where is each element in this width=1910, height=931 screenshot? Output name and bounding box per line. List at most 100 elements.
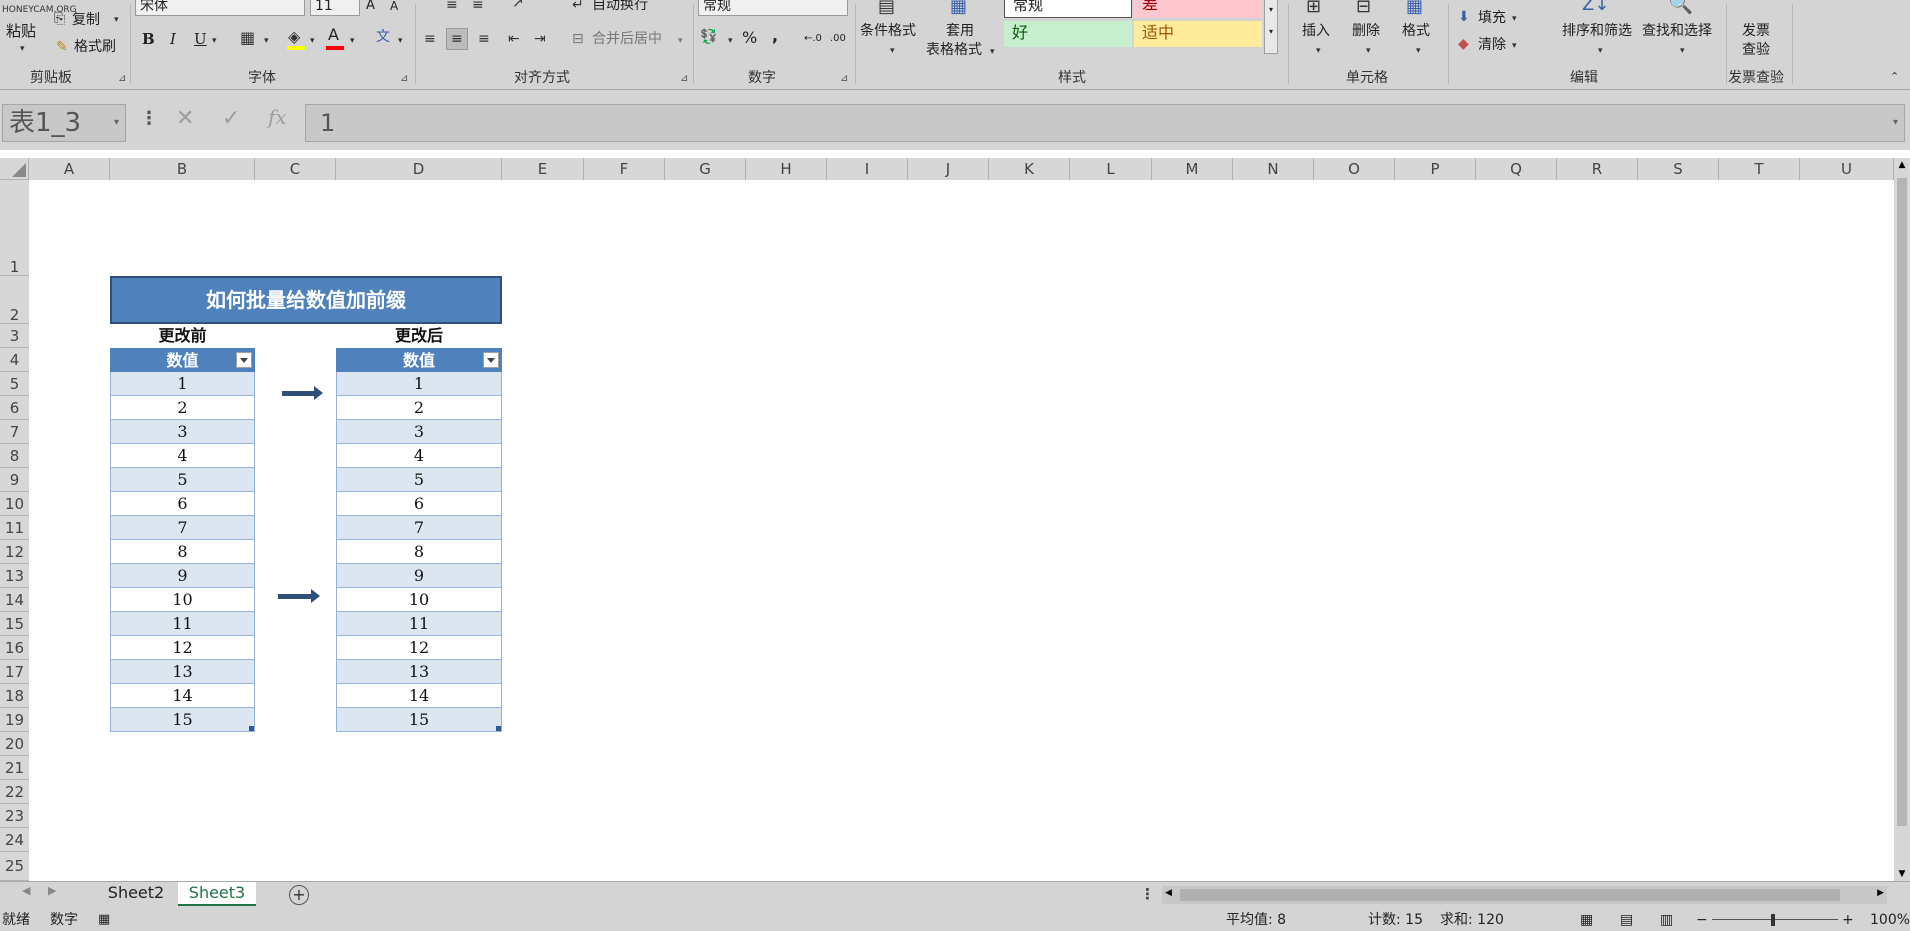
status-average[interactable]: 平均值: 8 bbox=[1226, 909, 1286, 931]
table-row[interactable]: 15 bbox=[110, 708, 255, 732]
enter-icon[interactable]: ✓ bbox=[222, 106, 240, 131]
horizontal-scroll-thumb[interactable] bbox=[1180, 889, 1840, 901]
table-row[interactable]: 13 bbox=[110, 660, 255, 684]
row-header[interactable]: 17 bbox=[0, 660, 29, 684]
column-header[interactable]: A bbox=[29, 158, 110, 180]
table-row[interactable]: 9 bbox=[336, 564, 502, 588]
row-header[interactable]: 2 bbox=[0, 276, 29, 324]
font-size-select[interactable]: 11 bbox=[310, 0, 360, 16]
column-header[interactable]: J bbox=[908, 158, 989, 180]
format-painter-button[interactable]: 格式刷 bbox=[74, 38, 116, 56]
page-break-view-icon[interactable]: ▥ bbox=[1660, 909, 1673, 931]
column-header[interactable]: I bbox=[827, 158, 908, 180]
table-row[interactable]: 11 bbox=[110, 612, 255, 636]
row-header[interactable]: 4 bbox=[0, 348, 29, 372]
zoom-in-icon[interactable]: + bbox=[1842, 909, 1854, 931]
column-header[interactable]: N bbox=[1233, 158, 1314, 180]
table-row[interactable]: 5 bbox=[336, 468, 502, 492]
column-header[interactable]: Q bbox=[1476, 158, 1557, 180]
table-row[interactable]: 3 bbox=[336, 420, 502, 444]
styles-more-icon[interactable]: ▾ bbox=[1265, 25, 1277, 39]
formula-input[interactable]: 1 ▾ bbox=[305, 104, 1905, 142]
tab-scroll-right-icon[interactable]: ▶ bbox=[48, 884, 56, 897]
tab-sheet3[interactable]: Sheet3 bbox=[178, 882, 256, 906]
column-header[interactable]: C bbox=[255, 158, 336, 180]
before-filter-button[interactable] bbox=[236, 352, 252, 368]
table-format-button-line2[interactable]: 表格格式 bbox=[926, 41, 982, 59]
row-header[interactable]: 25 bbox=[0, 852, 29, 881]
vertical-scrollbar[interactable]: ▲ ▼ bbox=[1894, 158, 1910, 881]
column-header[interactable]: H bbox=[746, 158, 827, 180]
hscroll-left-icon[interactable]: ◀ bbox=[1165, 888, 1172, 898]
paste-dropdown-icon[interactable]: ▾ bbox=[20, 40, 25, 58]
increase-indent-icon[interactable]: ⇥ bbox=[534, 30, 546, 48]
conditional-format-button[interactable]: 条件格式 bbox=[860, 22, 916, 40]
before-table-resize-handle[interactable] bbox=[249, 726, 254, 731]
column-header[interactable]: R bbox=[1557, 158, 1638, 180]
border-icon[interactable]: ▦ bbox=[240, 29, 255, 47]
table-row[interactable]: 7 bbox=[110, 516, 255, 540]
row-header[interactable]: 9 bbox=[0, 468, 29, 492]
status-count[interactable]: 计数: 15 bbox=[1368, 909, 1423, 931]
table-row[interactable]: 2 bbox=[110, 396, 255, 420]
fill-dropdown-icon[interactable]: ▾ bbox=[1512, 10, 1517, 28]
fill-color-dropdown-icon[interactable]: ▾ bbox=[310, 32, 315, 50]
find-select-dropdown-icon[interactable]: ▾ bbox=[1680, 42, 1685, 60]
percent-button[interactable]: % bbox=[742, 29, 757, 47]
font-color-dropdown-icon[interactable]: ▾ bbox=[350, 32, 355, 50]
decrease-decimal-button[interactable]: .00 bbox=[830, 30, 846, 48]
copy-button[interactable]: 复制 bbox=[72, 11, 100, 29]
before-label[interactable]: 更改前 bbox=[110, 324, 255, 348]
column-header[interactable]: E bbox=[502, 158, 584, 180]
invoice-check-button-line2[interactable]: 查验 bbox=[1742, 41, 1770, 59]
add-sheet-icon[interactable]: + bbox=[289, 885, 309, 905]
row-header[interactable]: 6 bbox=[0, 396, 29, 420]
delete-dropdown-icon[interactable]: ▾ bbox=[1366, 42, 1371, 60]
table-row[interactable]: 9 bbox=[110, 564, 255, 588]
font-grow-button[interactable]: A bbox=[366, 0, 375, 15]
arrow-right-icon[interactable] bbox=[278, 589, 320, 603]
row-header[interactable]: 3 bbox=[0, 324, 29, 348]
clipboard-launcher-icon[interactable]: ⊿ bbox=[118, 73, 126, 84]
row-header[interactable]: 21 bbox=[0, 756, 29, 780]
table-row[interactable]: 15 bbox=[336, 708, 502, 732]
table-row[interactable]: 12 bbox=[110, 636, 255, 660]
after-table-header[interactable]: 数值 bbox=[336, 348, 502, 372]
table-row[interactable]: 5 bbox=[110, 468, 255, 492]
vertical-scroll-thumb[interactable] bbox=[1897, 178, 1907, 826]
orientation-icon[interactable]: ↗ bbox=[512, 0, 524, 12]
row-header[interactable]: 16 bbox=[0, 636, 29, 660]
column-header[interactable]: O bbox=[1314, 158, 1395, 180]
row-header[interactable]: 14 bbox=[0, 588, 29, 612]
paste-button[interactable]: 粘贴 bbox=[6, 22, 36, 40]
number-format-select[interactable]: 常规 bbox=[698, 0, 848, 16]
table-row[interactable]: 4 bbox=[110, 444, 255, 468]
row-header[interactable]: 15 bbox=[0, 612, 29, 636]
table-row[interactable]: 6 bbox=[336, 492, 502, 516]
table-row[interactable]: 7 bbox=[336, 516, 502, 540]
align-right-icon[interactable]: ≡ bbox=[478, 30, 490, 48]
increase-decimal-button[interactable]: ←.0 bbox=[804, 30, 822, 48]
row-header[interactable]: 11 bbox=[0, 516, 29, 540]
row-header[interactable]: 19 bbox=[0, 708, 29, 732]
cancel-icon[interactable]: ✕ bbox=[176, 106, 194, 131]
underline-button[interactable]: U bbox=[194, 30, 207, 48]
after-label[interactable]: 更改后 bbox=[336, 324, 502, 348]
font-launcher-icon[interactable]: ⊿ bbox=[400, 73, 408, 84]
row-header[interactable]: 1 bbox=[0, 180, 29, 276]
before-table-header[interactable]: 数值 bbox=[110, 348, 255, 372]
row-header[interactable]: 13 bbox=[0, 564, 29, 588]
macro-record-icon[interactable]: ▦ bbox=[98, 909, 110, 931]
clear-button[interactable]: 清除 bbox=[1478, 36, 1506, 54]
row-header[interactable]: 24 bbox=[0, 828, 29, 852]
row-header[interactable]: 23 bbox=[0, 804, 29, 828]
align-middle-icon[interactable]: ≡ bbox=[472, 0, 484, 14]
table-row[interactable]: 14 bbox=[110, 684, 255, 708]
insert-cells-button[interactable]: 插入 bbox=[1302, 22, 1330, 40]
merge-center-button[interactable]: 合并后居中 bbox=[592, 30, 662, 48]
find-select-button[interactable]: 查找和选择 bbox=[1642, 22, 1712, 40]
column-header[interactable]: K bbox=[989, 158, 1070, 180]
zoom-slider-thumb[interactable] bbox=[1771, 914, 1775, 926]
page-layout-view-icon[interactable]: ▤ bbox=[1620, 909, 1633, 931]
column-header[interactable]: T bbox=[1719, 158, 1800, 180]
